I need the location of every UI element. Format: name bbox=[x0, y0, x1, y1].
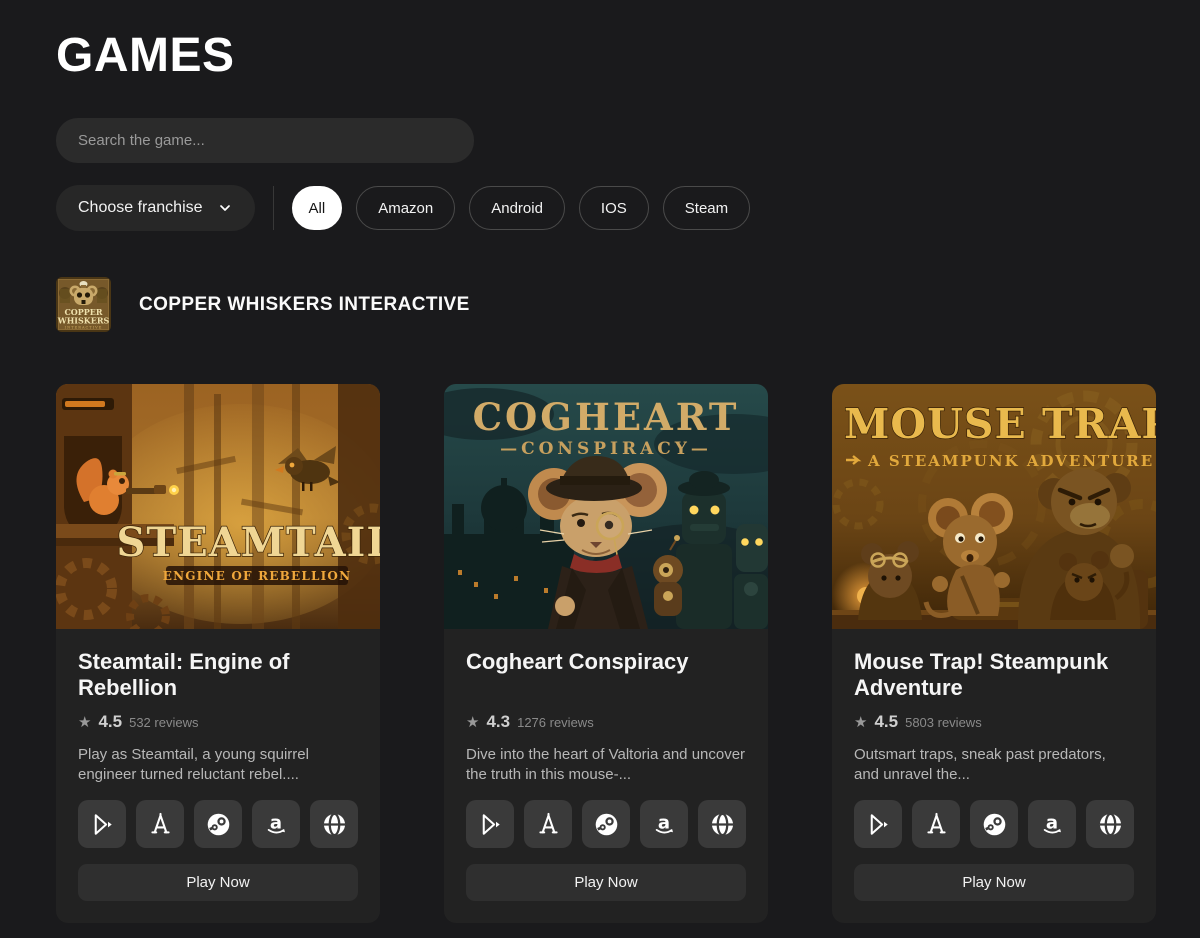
pill-steam[interactable]: Steam bbox=[663, 186, 750, 230]
rating-row: ★ 4.3 1276 reviews bbox=[466, 712, 746, 732]
games-grid: STEAMTAIL ENGINE OF REBELLION Steamtail:… bbox=[56, 384, 1160, 923]
svg-text:INTERACTIVE: INTERACTIVE bbox=[65, 326, 103, 330]
amazon-icon: a bbox=[1039, 811, 1066, 838]
star-icon: ★ bbox=[466, 713, 479, 731]
cover-title-steamtail: STEAMTAIL bbox=[117, 519, 380, 566]
platform-links: a bbox=[854, 800, 1134, 848]
steam-icon bbox=[981, 811, 1008, 838]
page-title: GAMES bbox=[56, 28, 1160, 83]
rating-value: 4.5 bbox=[874, 712, 898, 732]
cover-subtitle-mouse-trap: A STEAMPUNK ADVENTURE bbox=[867, 452, 1154, 470]
rating-value: 4.3 bbox=[486, 712, 510, 732]
rating-row: ★ 4.5 5803 reviews bbox=[854, 712, 1134, 732]
chevron-down-icon bbox=[217, 200, 233, 216]
game-title: Steamtail: Engine of Rebellion bbox=[78, 649, 358, 705]
steam-button[interactable] bbox=[582, 800, 630, 848]
amazon-icon: a bbox=[263, 811, 290, 838]
cover-subtitle-steamtail: ENGINE OF REBELLION bbox=[163, 569, 352, 583]
web-button[interactable] bbox=[310, 800, 358, 848]
globe-icon bbox=[321, 811, 348, 838]
play-now-button[interactable]: Play Now bbox=[466, 864, 746, 901]
google-play-icon bbox=[477, 811, 504, 838]
pill-all[interactable]: All bbox=[292, 186, 343, 230]
game-description: Dive into the heart of Valtoria and unco… bbox=[466, 745, 746, 785]
amazon-icon: a bbox=[651, 811, 678, 838]
game-cover-art-mouse-trap[interactable]: MOUSE TRAP A STEAMPUNK ADVENTURE bbox=[832, 384, 1156, 629]
rating-row: ★ 4.5 532 reviews bbox=[78, 712, 358, 732]
game-title: Cogheart Conspiracy bbox=[466, 649, 746, 705]
card-body: Mouse Trap! Steampunk Adventure ★ 4.5 58… bbox=[832, 629, 1156, 923]
rating-value: 4.5 bbox=[98, 712, 122, 732]
platform-links: a bbox=[466, 800, 746, 848]
svg-text:a: a bbox=[1045, 812, 1057, 833]
play-now-button[interactable]: Play Now bbox=[78, 864, 358, 901]
game-title: Mouse Trap! Steampunk Adventure bbox=[854, 649, 1134, 705]
pill-ios[interactable]: IOS bbox=[579, 186, 649, 230]
google-play-button[interactable] bbox=[854, 800, 902, 848]
pill-android[interactable]: Android bbox=[469, 186, 565, 230]
filter-row: Choose franchise All Amazon Android IOS … bbox=[56, 185, 1160, 231]
game-card-steamtail: STEAMTAIL ENGINE OF REBELLION Steamtail:… bbox=[56, 384, 380, 923]
globe-icon bbox=[709, 811, 736, 838]
web-button[interactable] bbox=[698, 800, 746, 848]
app-store-button[interactable] bbox=[136, 800, 184, 848]
review-count: 1276 reviews bbox=[517, 715, 594, 730]
platform-filter-pills: All Amazon Android IOS Steam bbox=[292, 186, 751, 230]
google-play-icon bbox=[865, 811, 892, 838]
globe-icon bbox=[1097, 811, 1124, 838]
card-body: Steamtail: Engine of Rebellion ★ 4.5 532… bbox=[56, 629, 380, 923]
steam-button[interactable] bbox=[970, 800, 1018, 848]
app-store-icon bbox=[147, 811, 174, 838]
google-play-icon bbox=[89, 811, 116, 838]
play-now-button[interactable]: Play Now bbox=[854, 864, 1134, 901]
app-store-button[interactable] bbox=[524, 800, 572, 848]
publisher-logo: COPPER WHISKERS INTERACTIVE bbox=[56, 277, 111, 332]
game-description: Outsmart traps, sneak past predators, an… bbox=[854, 745, 1134, 785]
amazon-button[interactable]: a bbox=[1028, 800, 1076, 848]
game-card-mouse-trap: MOUSE TRAP A STEAMPUNK ADVENTURE Mouse T… bbox=[832, 384, 1156, 923]
filter-divider bbox=[273, 186, 274, 230]
search-input[interactable] bbox=[56, 118, 474, 163]
svg-text:a: a bbox=[657, 812, 669, 833]
cover-title-mouse-trap: MOUSE TRAP bbox=[844, 400, 1156, 448]
publisher-name: COPPER WHISKERS INTERACTIVE bbox=[139, 294, 470, 316]
game-card-cogheart: COGHEART —CONSPIRACY— Cogheart Conspirac… bbox=[444, 384, 768, 923]
svg-text:WHISKERS: WHISKERS bbox=[57, 316, 110, 326]
app-store-icon bbox=[535, 811, 562, 838]
game-description: Play as Steamtail, a young squirrel engi… bbox=[78, 745, 358, 785]
card-body: Cogheart Conspiracy ★ 4.3 1276 reviews D… bbox=[444, 629, 768, 923]
review-count: 532 reviews bbox=[129, 715, 198, 730]
cover-title-cogheart: COGHEART bbox=[473, 395, 740, 439]
app-store-icon bbox=[923, 811, 950, 838]
platform-links: a bbox=[78, 800, 358, 848]
star-icon: ★ bbox=[854, 713, 867, 731]
google-play-button[interactable] bbox=[466, 800, 514, 848]
steam-icon bbox=[205, 811, 232, 838]
pill-amazon[interactable]: Amazon bbox=[356, 186, 455, 230]
amazon-button[interactable]: a bbox=[640, 800, 688, 848]
google-play-button[interactable] bbox=[78, 800, 126, 848]
game-cover-art-steamtail[interactable]: STEAMTAIL ENGINE OF REBELLION bbox=[56, 384, 380, 629]
choose-franchise-label: Choose franchise bbox=[78, 199, 203, 217]
choose-franchise-dropdown[interactable]: Choose franchise bbox=[56, 185, 255, 231]
review-count: 5803 reviews bbox=[905, 715, 982, 730]
star-icon: ★ bbox=[78, 713, 91, 731]
steam-button[interactable] bbox=[194, 800, 242, 848]
web-button[interactable] bbox=[1086, 800, 1134, 848]
amazon-button[interactable]: a bbox=[252, 800, 300, 848]
publisher-header: COPPER WHISKERS INTERACTIVE COPPER WHISK… bbox=[56, 277, 1160, 332]
app-store-button[interactable] bbox=[912, 800, 960, 848]
steam-icon bbox=[593, 811, 620, 838]
svg-text:a: a bbox=[269, 812, 281, 833]
search-bar bbox=[56, 118, 1160, 163]
cover-subtitle-cogheart: —CONSPIRACY— bbox=[500, 439, 712, 459]
game-cover-art-cogheart[interactable]: COGHEART —CONSPIRACY— bbox=[444, 384, 768, 629]
